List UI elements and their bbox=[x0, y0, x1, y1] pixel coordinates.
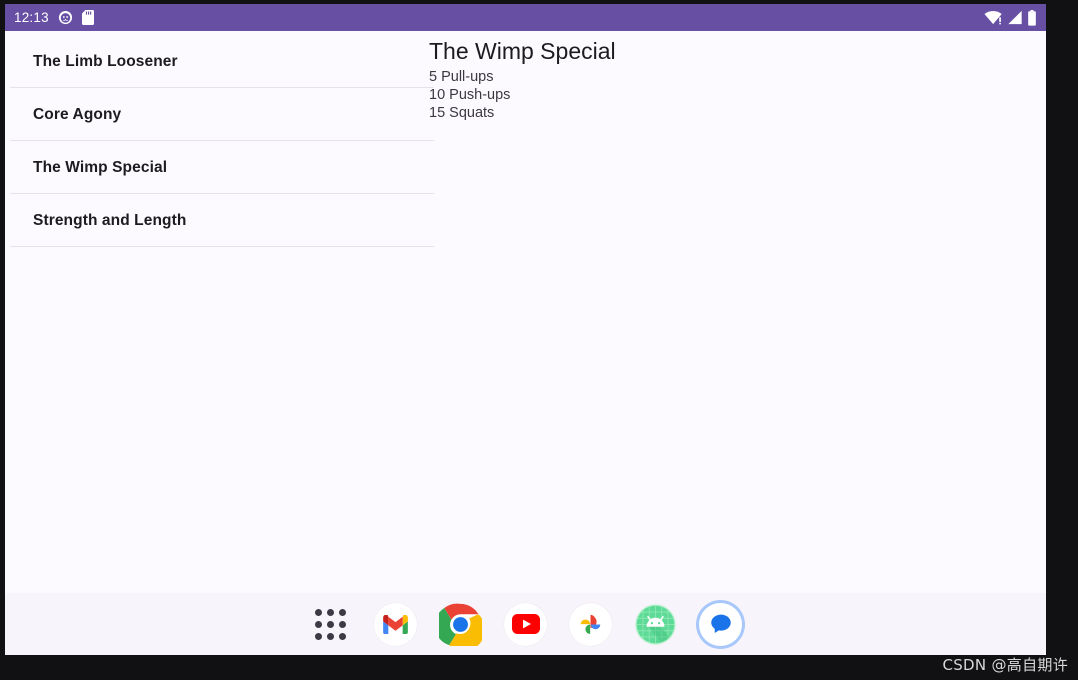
detail-title: The Wimp Special bbox=[429, 38, 616, 64]
dock-item-messages[interactable] bbox=[697, 600, 745, 648]
status-bar-left: 12:13 bbox=[14, 10, 94, 25]
workout-list[interactable]: The Limb Loosener Core Agony The Wimp Sp… bbox=[5, 31, 434, 593]
android-emulator-icon bbox=[634, 603, 677, 646]
cell-signal-icon bbox=[1007, 10, 1023, 25]
chrome-icon bbox=[439, 603, 482, 646]
list-item[interactable]: The Wimp Special bbox=[5, 141, 434, 194]
wifi-alert-icon bbox=[984, 10, 1003, 25]
dock-item-chrome[interactable] bbox=[437, 600, 485, 648]
messages-icon bbox=[699, 602, 742, 646]
dock-item-android-emulator[interactable] bbox=[632, 600, 680, 648]
status-bar[interactable]: 12:13 bbox=[5, 4, 1046, 31]
notification-cat-icon bbox=[58, 10, 73, 25]
list-item[interactable]: Strength and Length bbox=[5, 194, 434, 247]
list-item-label: Core Agony bbox=[33, 105, 122, 123]
detail-line: 10 Push-ups bbox=[429, 87, 511, 104]
workout-detail: The Wimp Special 5 Pull-ups 10 Push-ups … bbox=[422, 31, 1046, 593]
status-clock: 12:13 bbox=[14, 9, 49, 25]
youtube-icon bbox=[504, 602, 547, 646]
detail-line: 15 Squats bbox=[429, 105, 495, 122]
content-area: The Limb Loosener Core Agony The Wimp Sp… bbox=[5, 31, 1046, 593]
dock-item-youtube[interactable] bbox=[502, 600, 550, 648]
list-item-label: Strength and Length bbox=[33, 211, 187, 229]
list-item[interactable]: The Limb Loosener bbox=[5, 35, 434, 88]
sd-card-icon bbox=[81, 10, 94, 25]
list-item[interactable]: Core Agony bbox=[5, 88, 434, 141]
list-item-label: The Limb Loosener bbox=[33, 52, 178, 70]
detail-line: 5 Pull-ups bbox=[429, 69, 494, 86]
dock bbox=[5, 593, 1046, 655]
list-item-label: The Wimp Special bbox=[33, 158, 168, 176]
status-bar-right bbox=[984, 9, 1037, 26]
dock-item-photos[interactable] bbox=[567, 600, 615, 648]
device-screen: 12:13 The Limb Loosener Core Agony The W… bbox=[5, 4, 1046, 655]
photos-icon bbox=[569, 602, 612, 646]
app-drawer-button[interactable] bbox=[307, 600, 355, 648]
gmail-icon bbox=[374, 602, 417, 646]
watermark: CSDN @高自期许 bbox=[942, 656, 1068, 674]
dock-item-gmail[interactable] bbox=[372, 600, 420, 648]
battery-icon bbox=[1027, 9, 1037, 26]
app-drawer-icon bbox=[315, 608, 346, 640]
